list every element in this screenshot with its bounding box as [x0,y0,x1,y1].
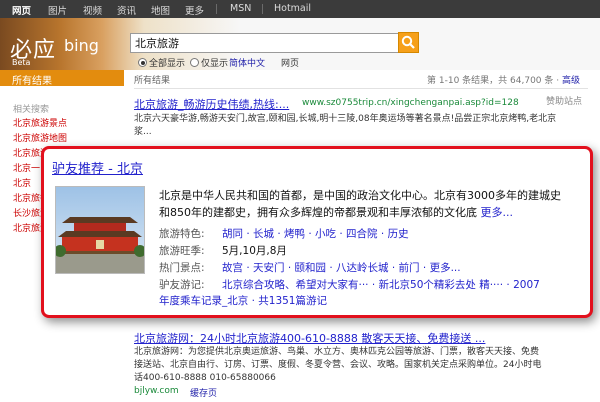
result-desc-line: 话400-610-8888 010-65880066 [134,373,276,383]
related-search-item[interactable]: 北京 [13,176,31,189]
all-results-label: 所有结果 [12,76,52,87]
nav-hotmail[interactable]: Hotmail [274,3,311,14]
nav-separator [262,4,263,14]
tiananmen-image [56,187,144,273]
results-count-text: 第 1-10 条结果，共 64,700 条 [427,76,554,86]
nav-web[interactable]: 网页 [12,3,31,17]
logo-beta-label: Beta [12,58,31,67]
search-button[interactable] [398,32,419,53]
search-input[interactable] [130,33,404,53]
related-search-item[interactable]: 北京旅游地图 [13,131,67,144]
travel-recommendation-card: 驴友推荐 - 北京 北京是中华人民共和国的首都，是中国的政治文化中心。北京有30… [41,146,593,318]
card-title-link[interactable]: 驴友推荐 - 北京 [52,158,143,177]
filter-all-label: 全部显示 [149,59,186,69]
results-count: 第 1-10 条结果，共 64,700 条 · 高级 [427,76,580,86]
filter-only-label: 仅显示 [201,59,229,69]
intro-line: 和850年的建都史，拥有众多辉煌的帝都景观和丰厚浓郁的文化底 [159,206,477,219]
nav-maps[interactable]: 地图 [151,3,170,17]
result-url[interactable]: bjlyw.com [134,386,179,396]
ad-result-title[interactable]: 北京旅游_畅游历史伟绩,热线:... [134,96,289,112]
travelogue-links[interactable]: 北京综合攻略、希望对大家有··· · 新北京50个精彩去处 精···· · 20… [222,277,540,292]
nav-more[interactable]: 更多 [185,3,204,17]
logo-bing[interactable]: bing [64,36,99,55]
season-label: 旅游旺季: [159,245,205,257]
search-icon [401,35,415,49]
advanced-search-link[interactable]: 高级 [562,76,580,86]
spots-links[interactable]: 故宫 · 天安门 · 颐和园 · 八达岭长城 · 前门 · 更多... [222,260,461,275]
spots-label: 热门景点: [159,262,205,274]
cached-page-link[interactable]: 缓存页 [190,386,217,399]
nav-news[interactable]: 资讯 [117,3,136,17]
travelogue-label: 驴友游记: [159,279,205,291]
filter-simplified-chinese[interactable]: 简体中文 [229,56,265,69]
intro-more-link[interactable]: 更多... [481,206,514,219]
card-introduction: 北京是中华人民共和国的首都，是中国的政治文化中心。北京有3000多年的建城史 和… [159,187,583,221]
top-nav-bar: 网页 图片 视频 资讯 地图 更多 MSN Hotmail [0,0,600,18]
results-label: 所有结果 [134,76,171,86]
result-description: 北京旅游网：为您提供北京奥运旅游、鸟巢、水立方、奥林匹克公园等旅游、门票，散客天… [134,346,592,385]
season-value: 5月,10月,8月 [222,245,287,257]
nav-videos[interactable]: 视频 [83,3,102,17]
related-search-item[interactable]: 北京旅游景点 [13,116,67,129]
nav-separator [216,4,217,14]
result-title-link[interactable]: 北京旅游网：24小时北京旅游400-610-8888 散客天天接、免费接送 ..… [134,330,485,346]
search-header: 必应 bing Beta [0,18,600,70]
sponsored-label: 赞助站点 [545,97,582,107]
nav-images[interactable]: 图片 [48,3,67,17]
features-links[interactable]: 胡同 · 长城 · 烤鸭 · 小吃 · 四合院 · 历史 [222,226,409,241]
radio-only-show[interactable] [190,58,199,67]
related-searches-title: 相关搜索 [13,105,50,115]
travelogue-links-continued[interactable]: 年度乘车记录_北京 · 共1351篇游记 [159,293,327,308]
all-results-tab[interactable]: 所有结果 [0,70,124,87]
results-divider [134,88,588,89]
result-desc-line: 接送站、北京自由行、订房、订票、度假、冬夏令营、会议、攻略。国家机关定点采购单位… [134,360,542,370]
ad-desc-line: 北京六天豪华游,畅游天安门,故宫,颐和园,长城,明十三陵,08年奥运场等著名景点… [134,114,557,124]
ad-result-url[interactable]: www.sz0755trip.cn/xingchenganpai.asp?id=… [302,98,519,108]
features-label: 旅游特色: [159,228,205,240]
ad-desc-line: 浆... [134,127,152,137]
filter-webpage-label: 网页 [281,59,300,69]
result-desc-line: 北京旅游网：为您提供北京奥运旅游、鸟巢、水立方、奥林匹克公园等旅游、门票，散客天… [134,347,540,357]
intro-line: 北京是中华人民共和国的首都，是中国的政治文化中心。北京有3000多年的建城史 [159,189,561,202]
radio-show-all[interactable] [138,58,147,67]
tiananmen-photo[interactable] [55,186,145,274]
ad-result-description: 北京六天豪华游,畅游天安门,故宫,颐和园,长城,明十三陵,08年奥运场等著名景点… [134,113,588,139]
nav-msn[interactable]: MSN [230,3,251,14]
